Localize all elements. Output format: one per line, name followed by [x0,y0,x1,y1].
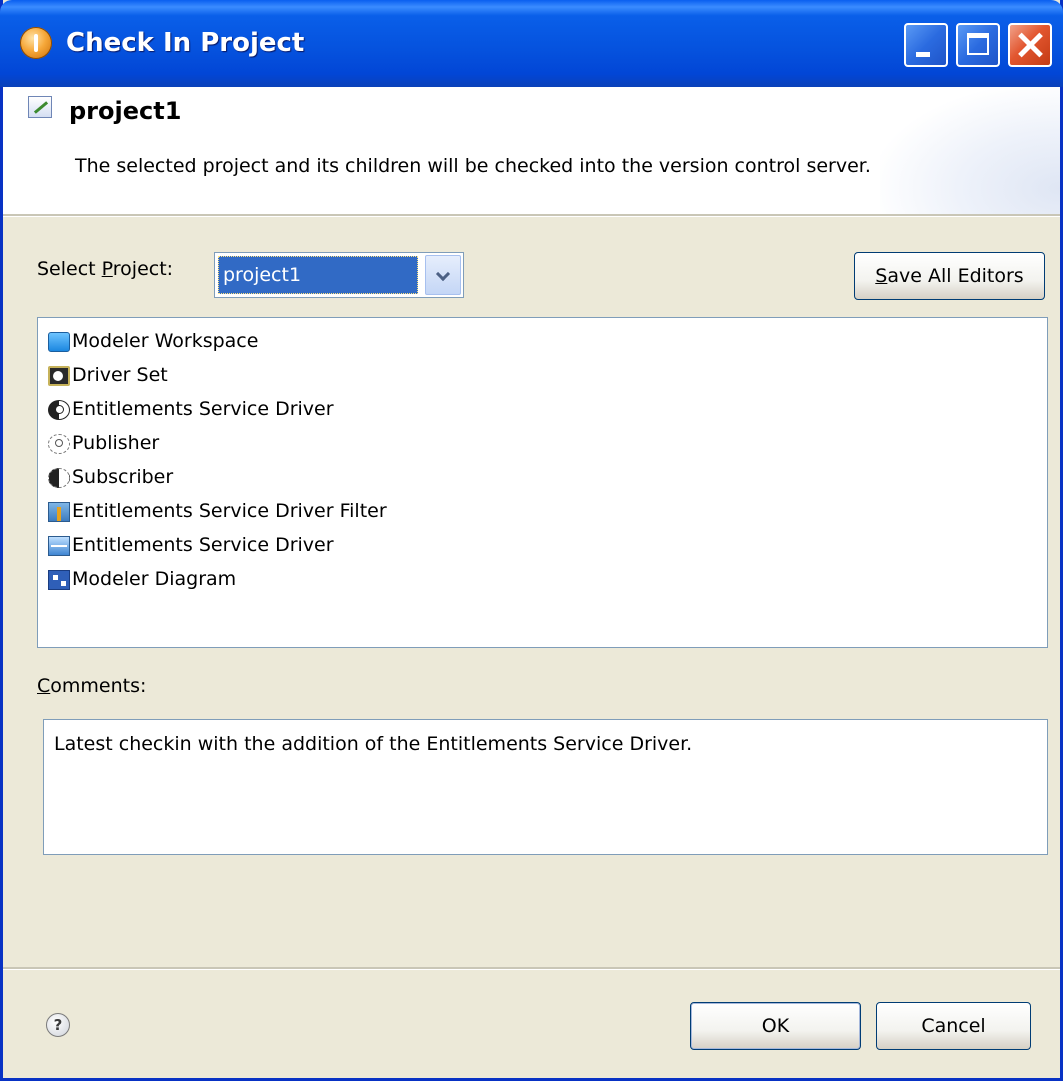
tree-item[interactable]: Driver Set [48,358,168,392]
subscriber-icon [48,467,70,488]
header-description: The selected project and its children wi… [75,155,871,177]
tree-item[interactable]: Entitlements Service Driver Filter [48,494,387,528]
diagram-icon [48,569,70,590]
footer-separator [3,967,1060,970]
tree-item[interactable]: Entitlements Service Driver [48,528,334,562]
ok-button[interactable]: OK [690,1002,861,1050]
header-decoration [880,87,1060,214]
tree-item[interactable]: Publisher [48,426,159,460]
project-tree[interactable]: Modeler Workspace Driver Set Entitlements … [37,317,1048,648]
tree-item-label: Subscriber [72,466,174,488]
save-all-editors-button[interactable]: Save All Editors [854,252,1045,300]
chevron-down-icon[interactable] [425,255,461,295]
tree-item[interactable]: Entitlements Service Driver [48,392,334,426]
header-separator [3,214,1060,217]
tree-item-label: Modeler Workspace [72,330,259,352]
select-project-combo[interactable]: project1 [214,252,464,298]
publisher-icon [48,433,70,454]
tree-item-label: Entitlements Service Driver Filter [72,500,387,522]
check-in-project-dialog: Check In Project project1 The selected p… [0,0,1063,1081]
comments-label: Comments: [37,675,147,697]
select-project-label: Select Project: [37,258,174,280]
help-icon[interactable]: ? [46,1013,70,1037]
select-project-value[interactable]: project1 [218,256,418,294]
tree-item-label: Driver Set [72,364,168,386]
filter-icon [48,501,70,522]
cancel-button[interactable]: Cancel [876,1002,1031,1050]
designer-app-icon [20,27,52,59]
window-title: Check In Project [66,28,305,58]
tree-item-label: Entitlements Service Driver [72,534,334,556]
workspace-icon [48,331,70,352]
maximize-button[interactable] [956,23,1000,67]
driver-icon [48,535,70,556]
project-icon [28,96,52,118]
driver-set-icon [48,365,70,386]
tree-item[interactable]: Modeler Workspace [48,324,258,358]
tree-item[interactable]: Modeler Diagram [48,562,236,596]
yin-yang-icon [48,399,70,420]
tree-item[interactable]: Subscriber [48,460,173,494]
tree-item-label: Publisher [72,432,160,454]
title-bar[interactable]: Check In Project [0,0,1063,87]
tree-item-label: Modeler Diagram [72,568,237,590]
tree-item-label: Entitlements Service Driver [72,398,334,420]
comments-textarea[interactable]: Latest checkin with the addition of the … [43,719,1048,855]
close-button[interactable] [1008,23,1052,67]
minimize-button[interactable] [904,23,948,67]
dialog-header: project1 The selected project and its ch… [3,87,1060,214]
header-title: project1 [69,97,182,125]
